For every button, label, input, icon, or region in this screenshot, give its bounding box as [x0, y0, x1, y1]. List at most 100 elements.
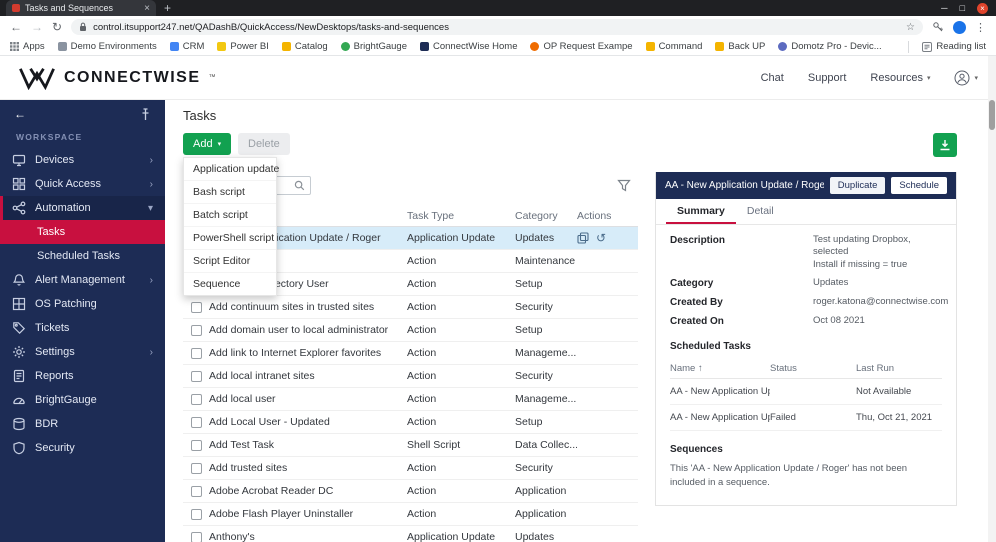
resources-link[interactable]: Resources ▾: [870, 72, 930, 84]
address-bar[interactable]: control.itsupport247.net/QADashB/QuickAc…: [71, 19, 923, 35]
sched-column-status[interactable]: Status: [770, 363, 856, 374]
forward-icon[interactable]: →: [31, 21, 43, 33]
table-row[interactable]: Add local user Action Manageme...: [183, 388, 638, 411]
menu-item-powershell-script[interactable]: PowerShell script: [184, 227, 276, 250]
table-row[interactable]: Adobe Acrobat Reader DC Action Applicati…: [183, 480, 638, 503]
column-task-type[interactable]: Task Type: [407, 210, 515, 222]
table-row[interactable]: Add Test Task Shell Script Data Collec..…: [183, 434, 638, 457]
refresh-icon[interactable]: ↻: [52, 21, 62, 33]
filter-funnel-icon[interactable]: [617, 179, 631, 192]
bookmark-item[interactable]: CRM: [169, 41, 204, 52]
close-button[interactable]: ×: [977, 2, 988, 14]
row-checkbox[interactable]: [191, 462, 202, 474]
row-checkbox[interactable]: [191, 485, 202, 497]
sidebar-item-devices[interactable]: Devices ›: [0, 148, 165, 172]
apps-shortcut[interactable]: Apps: [10, 41, 45, 52]
sidebar-item-scheduled-tasks[interactable]: Scheduled Tasks: [0, 244, 165, 268]
row-checkbox[interactable]: [191, 531, 202, 542]
table-row[interactable]: Add Local User - Updated Action Setup: [183, 411, 638, 434]
sched-column-name[interactable]: Name ↑: [670, 363, 770, 374]
sidebar-item-settings[interactable]: Settings ›: [0, 340, 165, 364]
history-icon[interactable]: ↺: [596, 232, 606, 244]
sidebar-item-tickets[interactable]: Tickets: [0, 316, 165, 340]
category-label: Category: [670, 278, 714, 290]
schedule-button[interactable]: Schedule: [891, 177, 947, 194]
connectwise-logo[interactable]: CONNECTWISE ™: [18, 66, 216, 90]
sidebar-item-tasks[interactable]: Tasks: [0, 220, 165, 244]
export-download-button[interactable]: [933, 133, 957, 157]
sidebar-collapse-icon[interactable]: ←: [14, 107, 26, 121]
table-row[interactable]: Add link to Internet Explorer favorites …: [183, 342, 638, 365]
row-checkbox[interactable]: [191, 393, 202, 405]
vertical-scrollbar[interactable]: [988, 56, 996, 542]
bookmark-item[interactable]: Domotz Pro - Devic...: [778, 41, 882, 52]
scheduled-task-row[interactable]: AA - New Application Updat... Not Availa…: [670, 379, 942, 406]
table-row[interactable]: Add local intranet sites Action Security: [183, 365, 638, 388]
sidebar-item-alert-management[interactable]: Alert Management ›: [0, 268, 165, 292]
reading-list-button[interactable]: Reading list: [922, 41, 986, 52]
bookmark-favicon: [281, 42, 291, 51]
duplicate-icon[interactable]: [577, 232, 589, 244]
sidebar-item-os-patching[interactable]: OS Patching: [0, 292, 165, 316]
pin-icon[interactable]: [140, 107, 151, 121]
menu-item-bash-script[interactable]: Bash script: [184, 181, 276, 204]
tab-summary[interactable]: Summary: [666, 199, 736, 224]
bookmark-item[interactable]: Catalog: [281, 41, 328, 52]
scheduled-task-row[interactable]: AA - New Application Updat... Failed Thu…: [670, 405, 942, 432]
sched-column-last-run[interactable]: Last Run: [856, 363, 942, 374]
sidebar-item-reports[interactable]: Reports: [0, 364, 165, 388]
row-checkbox[interactable]: [191, 416, 202, 428]
scrollbar-thumb[interactable]: [989, 100, 995, 130]
row-checkbox[interactable]: [191, 347, 202, 359]
bookmark-item[interactable]: Power BI: [217, 41, 269, 52]
sidebar-item-automation[interactable]: Automation ▾: [0, 196, 165, 220]
ticket-tag-icon: [13, 322, 26, 335]
bookmark-favicon: [778, 42, 788, 51]
sidebar-item-quick-access[interactable]: Quick Access ›: [0, 172, 165, 196]
delete-button[interactable]: Delete: [238, 133, 290, 155]
menu-item-script-editor[interactable]: Script Editor: [184, 250, 276, 273]
sidebar-item-security[interactable]: Security: [0, 436, 165, 460]
table-row[interactable]: Adobe Flash Player Uninstaller Action Ap…: [183, 503, 638, 526]
menu-item-sequence[interactable]: Sequence: [184, 273, 276, 295]
bookmark-item[interactable]: Demo Environments: [57, 41, 157, 52]
duplicate-button[interactable]: Duplicate: [829, 177, 886, 194]
row-checkbox[interactable]: [191, 301, 202, 313]
table-row[interactable]: Anthony's Application Update Updates: [183, 526, 638, 542]
row-checkbox[interactable]: [191, 324, 202, 336]
shield-icon: [13, 441, 25, 455]
browser-menu-icon[interactable]: ⋮: [975, 21, 986, 34]
support-link[interactable]: Support: [808, 72, 847, 84]
row-checkbox[interactable]: [191, 508, 202, 520]
account-menu[interactable]: ▾: [954, 70, 978, 86]
table-row[interactable]: Add domain user to local administrator A…: [183, 319, 638, 342]
row-checkbox[interactable]: [191, 370, 202, 382]
tab-close-icon[interactable]: ×: [144, 3, 150, 14]
profile-avatar[interactable]: [953, 20, 966, 34]
bookmark-item[interactable]: ConnectWise Home: [420, 41, 517, 52]
bookmark-item[interactable]: Back UP: [715, 41, 765, 52]
bookmark-item[interactable]: Command: [645, 41, 702, 52]
bookmark-star-icon[interactable]: ☆: [906, 22, 915, 33]
maximize-button[interactable]: □: [960, 3, 965, 13]
column-actions: Actions: [577, 210, 612, 222]
back-icon[interactable]: ←: [10, 21, 22, 33]
row-checkbox[interactable]: [191, 439, 202, 451]
bookmark-favicon: [530, 42, 540, 51]
tab-detail[interactable]: Detail: [736, 199, 785, 224]
key-icon[interactable]: [932, 21, 944, 33]
minimize-button[interactable]: ─: [941, 3, 947, 13]
column-category[interactable]: Category: [515, 210, 577, 222]
bookmark-item[interactable]: OP Request Exampe: [530, 41, 633, 52]
table-row[interactable]: Add trusted sites Action Security: [183, 457, 638, 480]
menu-item-application-update[interactable]: Application update: [184, 158, 279, 181]
add-button[interactable]: Add ▾: [183, 133, 232, 155]
sidebar-item-brightgauge[interactable]: BrightGauge: [0, 388, 165, 412]
bookmark-item[interactable]: BrightGauge: [340, 41, 407, 52]
chat-link[interactable]: Chat: [761, 72, 784, 84]
new-tab-button[interactable]: +: [164, 1, 171, 15]
table-row[interactable]: Add continuum sites in trusted sites Act…: [183, 296, 638, 319]
sidebar-item-bdr[interactable]: BDR: [0, 412, 165, 436]
browser-tab[interactable]: Tasks and Sequences ×: [6, 0, 156, 16]
menu-item-batch-script[interactable]: Batch script: [184, 204, 276, 227]
